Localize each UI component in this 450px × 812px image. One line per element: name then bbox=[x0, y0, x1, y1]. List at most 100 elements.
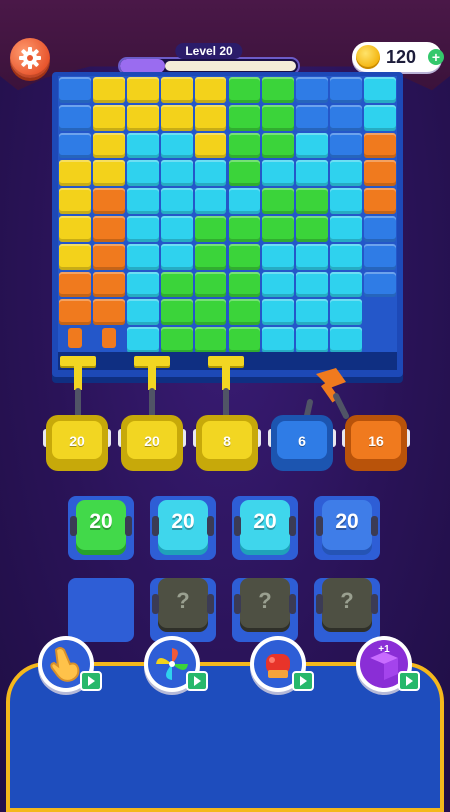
block-cell bbox=[364, 132, 396, 159]
block-cell bbox=[296, 271, 329, 298]
block-cell bbox=[59, 77, 91, 103]
block-cell bbox=[126, 271, 159, 298]
mystery-car[interactable]: ? bbox=[316, 578, 378, 628]
truck[interactable]: 8 bbox=[193, 415, 261, 475]
block-cell bbox=[160, 188, 193, 214]
block-cell bbox=[296, 188, 329, 214]
color-car[interactable]: 20 bbox=[316, 500, 378, 550]
block-board bbox=[58, 76, 397, 354]
block-cell bbox=[59, 299, 91, 326]
truck-count: 8 bbox=[223, 433, 231, 449]
block-cell bbox=[364, 216, 396, 242]
empty-slot bbox=[68, 578, 134, 642]
block-cell bbox=[262, 77, 295, 103]
block-cell bbox=[364, 77, 396, 103]
add-coins-button[interactable]: + bbox=[428, 49, 444, 65]
block-cell bbox=[296, 132, 329, 159]
block-cell bbox=[160, 77, 193, 103]
block-cell bbox=[194, 299, 227, 326]
block-cell bbox=[228, 327, 261, 353]
block-cell bbox=[262, 243, 295, 270]
block-cell bbox=[364, 271, 396, 298]
truck[interactable]: 6 bbox=[268, 415, 336, 475]
question-mark: ? bbox=[340, 588, 354, 613]
block-cell bbox=[262, 188, 295, 214]
block-cell bbox=[228, 216, 261, 242]
block-cell bbox=[160, 243, 193, 270]
color-car[interactable]: 20 bbox=[152, 500, 214, 550]
block-cell bbox=[228, 271, 261, 298]
block-cell bbox=[92, 188, 125, 214]
block-cell bbox=[59, 271, 91, 298]
block-cell bbox=[92, 299, 125, 326]
block-cell bbox=[364, 243, 396, 270]
question-mark: ? bbox=[176, 588, 190, 613]
block-cell bbox=[296, 243, 329, 270]
block-cell bbox=[160, 104, 193, 131]
block-cell bbox=[126, 216, 159, 242]
truck-count: 20 bbox=[69, 433, 85, 449]
block-cell bbox=[59, 243, 91, 270]
question-mark: ? bbox=[258, 588, 272, 613]
car-count: 20 bbox=[335, 510, 359, 533]
block-cell bbox=[160, 271, 193, 298]
progress-track bbox=[164, 61, 296, 71]
booster-label: +1 bbox=[378, 644, 390, 655]
block-cell bbox=[296, 104, 329, 131]
car-count: 20 bbox=[253, 510, 277, 533]
block-cell bbox=[364, 188, 396, 214]
block-cell bbox=[126, 188, 159, 214]
block-cell bbox=[330, 188, 363, 214]
block-cell bbox=[364, 160, 396, 187]
block-cell bbox=[228, 160, 261, 187]
block-cell bbox=[330, 77, 363, 103]
block-cell bbox=[330, 216, 363, 242]
block-cell bbox=[92, 216, 125, 242]
block-cell bbox=[194, 160, 227, 187]
truck[interactable]: 20 bbox=[43, 415, 111, 475]
level-label: Level 20 bbox=[175, 43, 243, 59]
block-cell bbox=[59, 132, 91, 159]
block-cell bbox=[262, 327, 295, 353]
gear-icon bbox=[19, 47, 41, 69]
car-count: 20 bbox=[89, 510, 113, 533]
color-car[interactable]: 20 bbox=[70, 500, 132, 550]
block-cell bbox=[364, 104, 396, 131]
block-cell bbox=[228, 299, 261, 326]
block-cell bbox=[92, 160, 125, 187]
car-count: 20 bbox=[171, 510, 195, 533]
coin-count: 120 bbox=[386, 47, 417, 67]
block-cell bbox=[262, 104, 295, 131]
block-cell bbox=[59, 104, 91, 131]
block-cell bbox=[194, 188, 227, 214]
color-car[interactable]: 20 bbox=[234, 500, 296, 550]
progress-fill bbox=[120, 59, 165, 73]
block-cell bbox=[160, 327, 193, 353]
block-cell bbox=[330, 104, 363, 131]
video-ad-icon bbox=[398, 671, 420, 691]
block-cell bbox=[228, 132, 261, 159]
block-cell bbox=[330, 243, 363, 270]
block-cell bbox=[296, 299, 329, 326]
block-cell bbox=[126, 160, 159, 187]
block-cell bbox=[228, 243, 261, 270]
truck[interactable]: 16 bbox=[342, 415, 410, 475]
block-cell bbox=[330, 327, 363, 353]
block-drip bbox=[68, 328, 82, 349]
block-cell bbox=[330, 299, 363, 326]
block-cell bbox=[59, 160, 91, 187]
truck[interactable]: 20 bbox=[118, 415, 186, 475]
block-cell bbox=[194, 104, 227, 131]
coin-counter: 120 + bbox=[352, 42, 444, 72]
settings-button[interactable] bbox=[10, 38, 50, 78]
truck-count: 16 bbox=[368, 433, 384, 449]
block-cell bbox=[262, 160, 295, 187]
block-cell bbox=[92, 104, 125, 131]
block-cell bbox=[160, 299, 193, 326]
mystery-car[interactable]: ? bbox=[234, 578, 296, 628]
block-cell bbox=[194, 216, 227, 242]
block-cell bbox=[262, 299, 295, 326]
block-cell bbox=[126, 327, 159, 353]
mystery-car[interactable]: ? bbox=[152, 578, 214, 628]
block-cell bbox=[228, 77, 261, 103]
